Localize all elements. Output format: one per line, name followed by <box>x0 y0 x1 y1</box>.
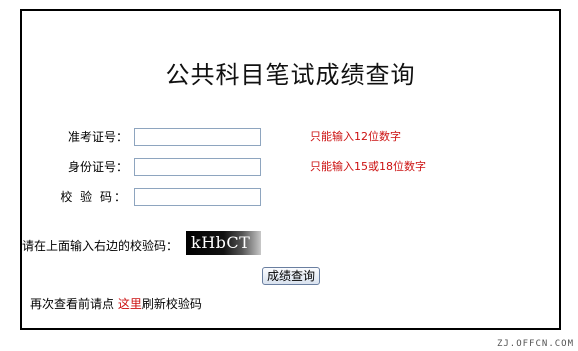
site-watermark: ZJ.OFFCN.COM <box>496 339 574 349</box>
page-title: 公共科目笔试成绩查询 <box>165 61 416 89</box>
exam-number-label: 准考证号： <box>67 130 128 144</box>
captcha-prompt: 请在上面输入右边的校验码： <box>22 239 179 253</box>
id-number-input[interactable] <box>134 158 261 176</box>
id-number-label: 身份证号： <box>67 160 128 174</box>
refresh-captcha-line: 再次查看前请点 这里刷新校验码 <box>30 294 202 314</box>
captcha-field-label: 校 验 码： <box>60 190 128 204</box>
query-panel: 公共科目笔试成绩查询 准考证号： 只能输入12位数字 身份证号： 只能输入15或… <box>20 9 561 330</box>
refresh-captcha-link[interactable]: 这里 <box>118 297 142 311</box>
query-score-button[interactable]: 成绩查询 <box>262 267 321 285</box>
exam-number-hint: 只能输入12位数字 <box>310 130 401 143</box>
captcha-image: kHbCT <box>186 231 261 255</box>
id-number-hint: 只能输入15或18位数字 <box>310 160 426 173</box>
refresh-prefix: 再次查看前请点 <box>30 297 118 311</box>
captcha-input[interactable] <box>134 188 261 206</box>
exam-number-input[interactable] <box>134 128 261 146</box>
refresh-suffix: 刷新校验码 <box>141 297 202 311</box>
